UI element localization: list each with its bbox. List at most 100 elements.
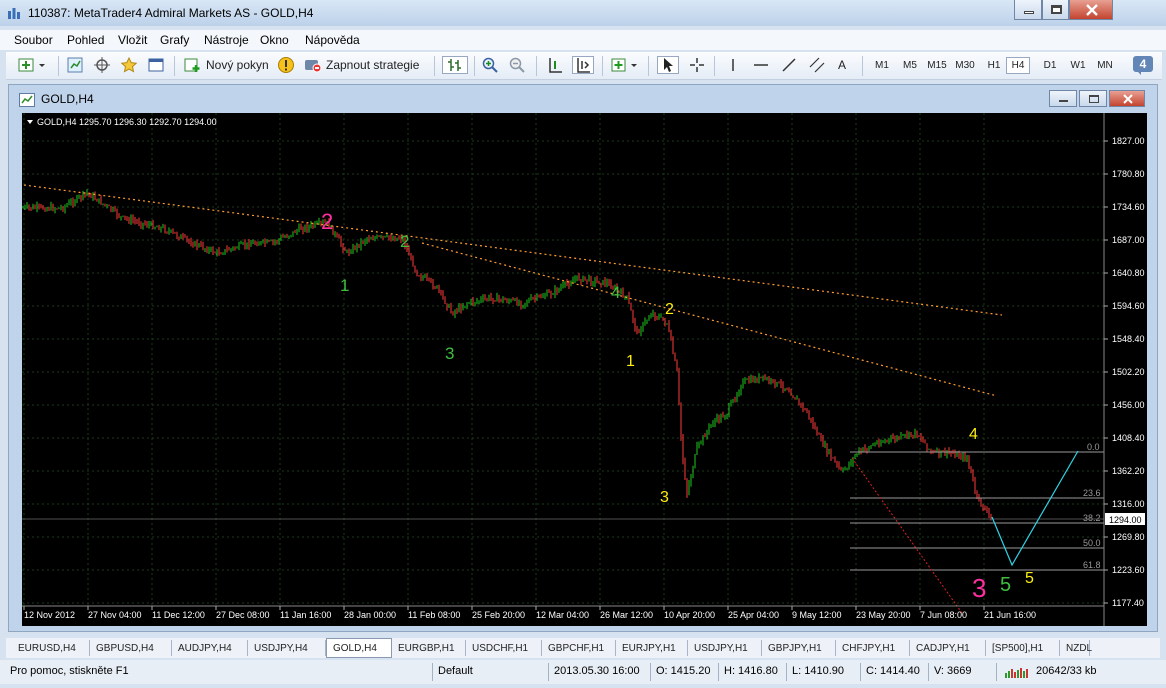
star-folder-icon [120, 57, 138, 73]
menu-okno[interactable]: Okno [260, 33, 289, 47]
horizontal-line-button[interactable] [750, 56, 772, 74]
zoom-in-button[interactable] [480, 56, 500, 74]
menu-nastroje[interactable]: Nástroje [204, 33, 249, 47]
chart-minimize-button[interactable] [1049, 90, 1077, 107]
cursor-arrow-icon [664, 58, 673, 72]
tab-eurgbp-h1[interactable]: EURGBP,H1 [392, 640, 466, 656]
timeframe-h1[interactable]: H1 [982, 57, 1006, 74]
tab-chfjpy-h1[interactable]: CHFJPY,H1 [836, 640, 910, 656]
trendline-upper[interactable] [23, 184, 1003, 316]
tab-gbpjpy-h1[interactable]: GBPJPY,H1 [762, 640, 836, 656]
metaeditor-button[interactable] [276, 56, 296, 74]
chart-window-title: GOLD,H4 [41, 92, 94, 106]
autotrading-label: Zapnout strategie [326, 58, 420, 72]
price-axis-label: 1408.40 [1112, 433, 1145, 443]
time-axis-label: 23 May 20:00 [856, 610, 911, 620]
new-order-button[interactable]: Nový pokyn [184, 56, 270, 74]
cursor-button[interactable] [657, 56, 679, 74]
timeframe-mn[interactable]: MN [1092, 57, 1118, 74]
bar-chart-button[interactable] [442, 56, 468, 74]
tab-eurusd-h4[interactable]: EURUSD,H4 [12, 640, 90, 656]
time-axis-label: 25 Feb 20:00 [472, 610, 525, 620]
tab-usdjpy-h1[interactable]: USDJPY,H1 [688, 640, 762, 656]
tab-usdjpy-h4[interactable]: USDJPY,H4 [248, 640, 326, 656]
zoom-out-button[interactable] [507, 56, 527, 74]
indicators-button[interactable] [610, 56, 642, 74]
menu-soubor[interactable]: Soubor [14, 33, 53, 47]
tab--sp500-h1[interactable]: [SP500],H1 [986, 640, 1060, 656]
autotrading-button[interactable]: Zapnout strategie [304, 56, 426, 74]
menu-bar: Soubor Pohled Vložit Grafy Nástroje Okno… [0, 30, 1166, 50]
vertical-line-button[interactable] [722, 56, 744, 74]
autoscroll-icon [549, 58, 562, 73]
current-price-label: 1294.00 [1109, 515, 1142, 525]
time-axis-label: 21 Jun 16:00 [984, 610, 1036, 620]
chart-canvas: 0.0 23.6 38.2 50.0 61.8 2 2 1 3 4 2 1 3 [22, 113, 1145, 626]
menu-vlozit[interactable]: Vložit [118, 33, 147, 47]
new-order-label: Nový pokyn [206, 58, 269, 72]
timeframe-h4[interactable]: H4 [1006, 57, 1030, 74]
time-axis-label: 12 Mar 04:00 [536, 610, 589, 620]
channel-icon [809, 57, 825, 73]
chart-close-button[interactable] [1109, 90, 1145, 107]
favorites-button[interactable] [119, 56, 139, 74]
crosshair-button[interactable] [686, 56, 708, 74]
new-chart-icon [18, 58, 45, 72]
autoscroll-button[interactable] [545, 56, 565, 74]
trendline-button[interactable] [778, 56, 800, 74]
text-tool-button[interactable]: A [832, 56, 852, 74]
timeframe-d1[interactable]: D1 [1038, 57, 1062, 74]
chart-menu-triangle-icon[interactable] [27, 120, 33, 124]
minimize-button[interactable] [1014, 0, 1042, 20]
status-profile[interactable]: Default [438, 665, 473, 677]
price-axis-label: 1362.20 [1112, 466, 1145, 476]
price-axis-label: 1734.60 [1112, 202, 1145, 212]
restore-button[interactable] [1042, 0, 1069, 20]
vertical-line-icon [732, 59, 734, 71]
tab-gbpusd-h4[interactable]: GBPUSD,H4 [90, 640, 172, 656]
tab-eurjpy-h1[interactable]: EURJPY,H1 [616, 640, 688, 656]
timeframe-m1[interactable]: M1 [870, 57, 894, 74]
tab-nzdl[interactable]: NZDL [1060, 640, 1092, 656]
timeframe-m30[interactable]: M30 [952, 57, 978, 74]
tab-audjpy-h4[interactable]: AUDJPY,H4 [172, 640, 248, 656]
status-close: C: 1414.40 [866, 665, 920, 677]
warning-icon [278, 57, 294, 73]
tab-usdchf-h1[interactable]: USDCHF,H1 [466, 640, 542, 656]
price-axis-label: 1269.80 [1112, 532, 1145, 542]
menu-grafy[interactable]: Grafy [160, 33, 189, 47]
time-axis-label: 9 May 12:00 [792, 610, 842, 620]
tab-gold-h4[interactable]: GOLD,H4 [326, 638, 392, 658]
menu-napoveda[interactable]: Nápověda [305, 33, 360, 47]
price-axis-label: 1827.00 [1112, 136, 1145, 146]
tab-cadjpy-h1[interactable]: CADJPY,H1 [910, 640, 986, 656]
time-axis-label: 11 Jan 16:00 [280, 610, 331, 620]
new-chart-button[interactable] [16, 56, 50, 74]
tab-gbpchf-h1[interactable]: GBPCHF,H1 [542, 640, 616, 656]
equidistant-channel-button[interactable] [806, 56, 828, 74]
status-bar: Pro pomoc, stiskněte F1 Default 2013.05.… [0, 660, 1166, 684]
trendline-lower[interactable] [421, 242, 998, 397]
menu-pohled[interactable]: Pohled [67, 33, 104, 47]
notifications-button[interactable]: 4 [1130, 54, 1156, 76]
timeframe-w1[interactable]: W1 [1066, 57, 1090, 74]
title-bar[interactable]: 110387: MetaTrader4 Admiral Markets AS -… [0, 0, 1166, 26]
chart-shift-button[interactable] [572, 56, 594, 74]
chart-window[interactable]: GOLD,H4 0.0 23.6 38.2 50.0 61.8 2 2 1 3 … [8, 84, 1158, 632]
timeframe-m5[interactable]: M5 [898, 57, 922, 74]
connection-status-icon[interactable] [1004, 666, 1030, 678]
wave-label-green-2: 2 [400, 232, 409, 251]
close-icon [1086, 4, 1098, 16]
wave-label-yellow-5: 5 [1025, 570, 1034, 587]
price-chart[interactable]: 0.0 23.6 38.2 50.0 61.8 2 2 1 3 4 2 1 3 [22, 113, 1147, 626]
timeframe-m15[interactable]: M15 [924, 57, 950, 74]
terminal-button[interactable] [147, 56, 165, 74]
metatrader-app-icon [8, 8, 20, 19]
market-watch-button[interactable] [66, 56, 84, 74]
status-low: L: 1410.90 [792, 665, 844, 677]
chart-restore-button[interactable] [1079, 90, 1107, 107]
navigator-button[interactable] [93, 56, 111, 74]
crosshair-move-icon [94, 57, 110, 73]
close-button[interactable] [1069, 0, 1113, 20]
indicators-icon [611, 58, 637, 72]
